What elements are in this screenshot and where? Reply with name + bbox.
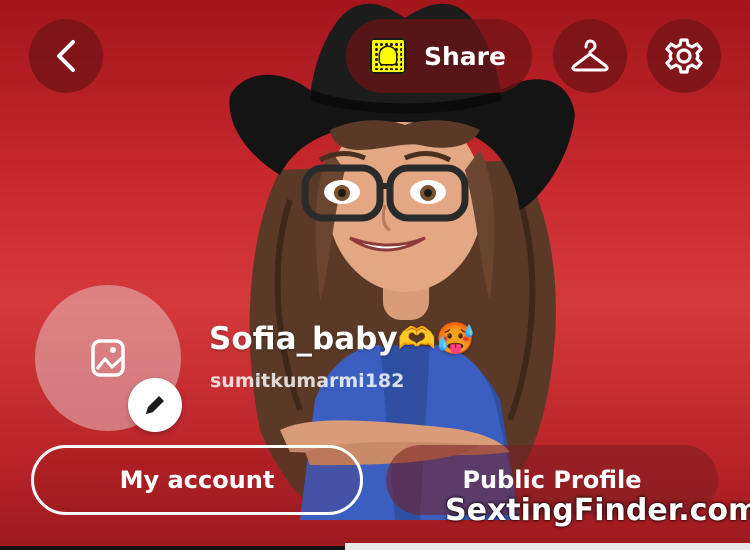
display-name: Sofia_baby🫶🥵 bbox=[209, 321, 475, 357]
snapcode-icon bbox=[370, 38, 406, 74]
bottom-edge-bar bbox=[345, 543, 750, 550]
pencil-icon bbox=[146, 396, 164, 414]
share-label: Share bbox=[424, 41, 506, 71]
back-button[interactable] bbox=[29, 19, 103, 93]
my-account-button[interactable]: My account bbox=[31, 445, 363, 515]
edit-photo-button[interactable] bbox=[128, 378, 182, 432]
outfit-button[interactable] bbox=[553, 19, 627, 93]
settings-button[interactable] bbox=[647, 19, 721, 93]
gear-icon bbox=[665, 38, 703, 74]
hanger-icon bbox=[571, 39, 609, 72]
bottom-edge bbox=[0, 546, 345, 550]
username: sumitkumarmi182 bbox=[210, 370, 405, 392]
share-button[interactable]: Share bbox=[346, 19, 532, 93]
chevron-left-icon bbox=[57, 40, 75, 72]
image-icon bbox=[91, 339, 125, 377]
watermark: SextingFinder.com bbox=[445, 493, 750, 528]
